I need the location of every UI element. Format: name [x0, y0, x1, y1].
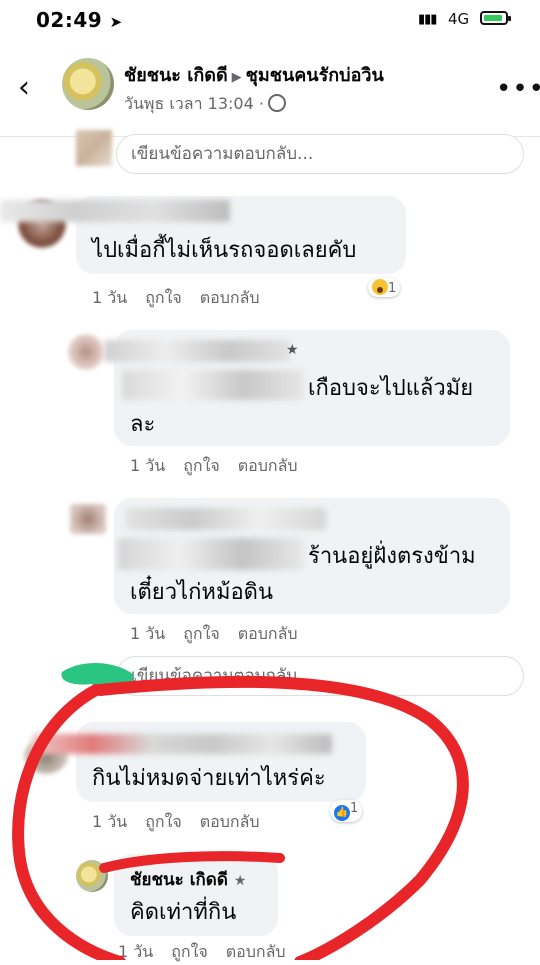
- comment-text: กินไม่หมดจ่ายเท่าไหร่ค่ะ: [92, 766, 326, 791]
- comment-age: 1 วัน: [130, 624, 166, 643]
- redacted-name: [32, 734, 332, 754]
- reply-input[interactable]: เขียนข้อความตอบกลับ...: [116, 134, 524, 174]
- comment-text: เกือบจะไปแล้วมัย: [308, 376, 474, 401]
- battery-icon: [480, 11, 511, 25]
- like-link[interactable]: ถูกใจ: [145, 812, 182, 831]
- redacted-text: [122, 370, 304, 400]
- redacted-name: [126, 508, 326, 530]
- comment-meta: 1 วัน ถูกใจ ตอบกลับ: [118, 940, 304, 965]
- author-avatar-small[interactable]: [76, 860, 108, 892]
- group-name[interactable]: ชุมชนคนรักบ่อวิน: [246, 65, 384, 86]
- author-name[interactable]: ชัยชนะ เกิดดี: [124, 65, 228, 86]
- redacted-text: [118, 538, 304, 570]
- comment-age: 1 วัน: [92, 288, 128, 307]
- comment-meta: 1 วัน ถูกใจ ตอบกลับ: [92, 810, 278, 835]
- reply-link[interactable]: ตอบกลับ: [200, 288, 260, 307]
- like-link[interactable]: ถูกใจ: [171, 942, 208, 961]
- reply-input[interactable]: เขียนข้อความตอบกลับ...: [116, 656, 524, 696]
- network-label: 4G: [448, 10, 470, 28]
- reply-link[interactable]: ตอบกลับ: [226, 942, 286, 961]
- comment-age: 1 วัน: [92, 812, 128, 831]
- reply-link[interactable]: ตอบกลับ: [200, 812, 260, 831]
- back-arrow-icon[interactable]: ‹: [18, 72, 46, 104]
- comment-age: 1 วัน: [130, 456, 166, 475]
- comment-text: คิดเท่าที่กิน: [130, 900, 237, 925]
- reaction-badge[interactable]: 1: [368, 278, 401, 297]
- like-link[interactable]: ถูกใจ: [145, 288, 182, 307]
- author-group-line[interactable]: ชัยชนะ เกิดดี ▶ ชุมชนคนรักบ่อวิน: [124, 60, 384, 89]
- comment-text: ไปเมื่อกี้ไม่เห็นรถจอดเลยคับ: [92, 238, 357, 263]
- status-time: 02:49 ➤: [36, 8, 123, 32]
- globe-icon: [267, 94, 286, 112]
- comment-meta: 1 วัน ถูกใจ ตอบกลับ: [130, 454, 316, 479]
- comment-text: ร้านอยู่ฝั่งตรงข้าม: [308, 544, 476, 569]
- like-link[interactable]: ถูกใจ: [183, 456, 220, 475]
- reaction-badge[interactable]: 👍 1: [330, 800, 363, 822]
- comment-meta: 1 วัน ถูกใจ ตอบกลับ: [130, 622, 316, 647]
- more-options-icon[interactable]: •••: [496, 74, 540, 104]
- thumbs-up-icon: 👍: [334, 805, 350, 821]
- triangle-right-icon: ▶: [231, 70, 242, 85]
- like-link[interactable]: ถูกใจ: [183, 624, 220, 643]
- post-time: วันพุธ เวลา 13:04 ·: [124, 92, 286, 117]
- post-header: ‹ ชัยชนะ เกิดดี ▶ ชุมชนคนรักบ่อวิน วันพุธ …: [0, 44, 540, 137]
- avatar: [76, 130, 112, 166]
- signal-icon: ▮▮▮: [418, 12, 437, 27]
- comment-text-line2: ละ: [130, 412, 156, 437]
- redacted-name: [0, 200, 230, 222]
- reply-link[interactable]: ตอบกลับ: [238, 624, 298, 643]
- comment-age: 1 วัน: [118, 942, 154, 961]
- star-icon: ★: [233, 873, 247, 889]
- star-icon: ★: [286, 342, 299, 358]
- redacted-name: [104, 340, 290, 362]
- reply-link[interactable]: ตอบกลับ: [238, 456, 298, 475]
- avatar: [70, 504, 106, 534]
- comment-text-line2: เตี๋ยวไก่หม้อดิน: [130, 580, 273, 605]
- wow-emoji-icon: [372, 279, 388, 295]
- comment-author[interactable]: ชัยชนะ เกิดดี ★: [130, 866, 246, 893]
- avatar: [68, 334, 104, 370]
- author-avatar[interactable]: [62, 58, 114, 110]
- comment-meta: 1 วัน ถูกใจ ตอบกลับ: [92, 286, 278, 311]
